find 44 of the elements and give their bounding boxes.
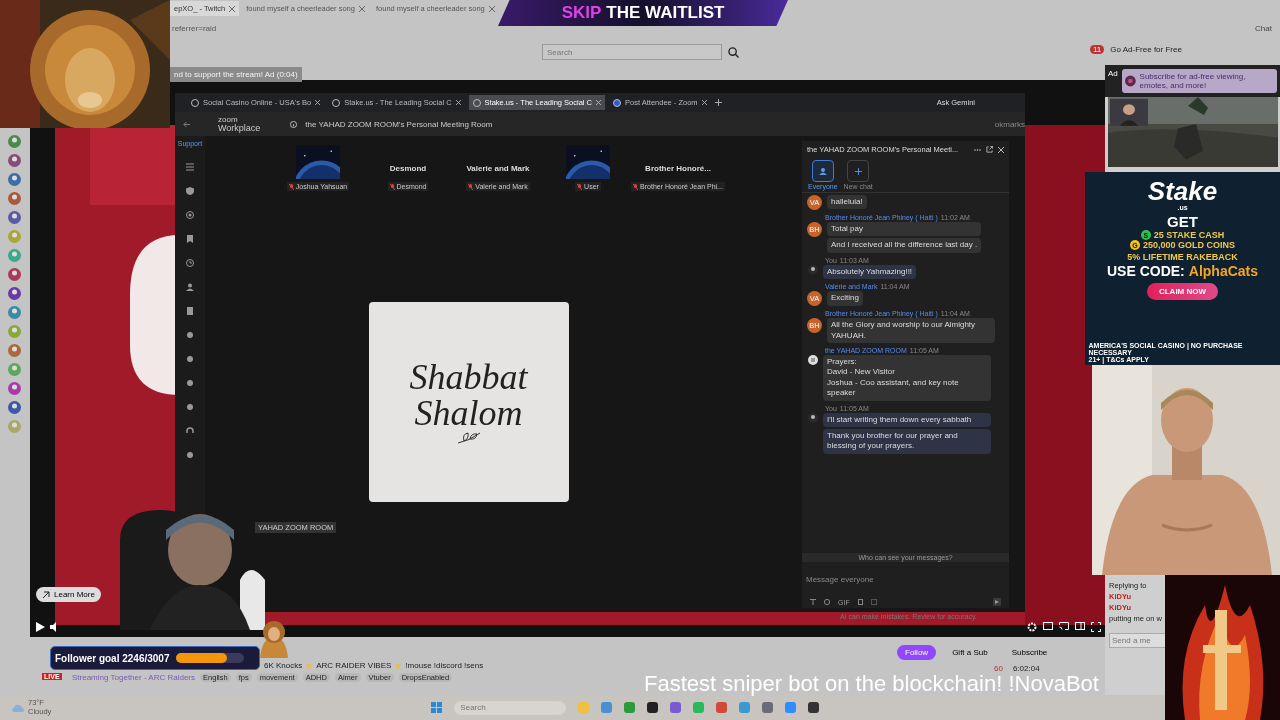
uptime: 6:02:04 [1012,664,1040,673]
stream-overlay-text: Fastest sniper bot on the blockchain! !NovaBot [644,671,1099,697]
offer-text: 25 STAKE CASH [1153,230,1225,240]
ad-notice: nd to support the stream! Ad (0:04) [170,67,302,82]
viewer-count: 60 [994,664,1003,673]
channel-avatar-icon[interactable] [8,382,21,395]
app-icon[interactable] [808,702,820,713]
emote-icon [1124,74,1136,88]
offer-text: 250,000 GOLD COINS [1142,240,1235,250]
channel-avatar-icon[interactable] [8,401,21,414]
channel-avatar-icon[interactable] [8,211,21,224]
ad-label: Ad [1108,69,1118,80]
channel-avatar-icon[interactable] [8,287,21,300]
channel-avatar-icon[interactable] [8,154,21,167]
offer-heading: GET [1167,213,1198,230]
chat-link[interactable]: Chat [1255,24,1272,33]
search-icon[interactable] [728,46,739,58]
address-bar[interactable]: referrer=raid [172,24,217,33]
cloud-icon [12,703,24,712]
channel-avatar-icon[interactable] [8,306,21,319]
ad-free-link[interactable]: Go Ad-Free for Free [1110,45,1182,54]
stream-title: !mouse !discord !sens [405,661,484,670]
follower-goal-text: Follower goal 2246/3007 [55,652,170,664]
search-field[interactable]: Search [542,44,722,60]
promo-code: AlphaCats [1188,263,1258,279]
close-icon[interactable] [229,5,236,12]
channel-avatar-icon[interactable] [8,135,21,148]
windows-start-icon[interactable] [431,702,443,713]
channel-avatar-icon[interactable] [8,173,21,186]
stake-logo: Stake [1147,178,1218,204]
subscribe-promo[interactable]: Subscribe for ad-free viewing, emotes, and more! [1121,69,1277,93]
notification-badge[interactable]: 11 [1090,45,1105,54]
channel-avatar-icon[interactable] [8,192,21,205]
taskbar-search-field[interactable]: Search [454,700,567,715]
stream-title: 6K Knocks [264,661,303,670]
channel-avatar-icon[interactable] [8,268,21,281]
code-label: USE CODE: [1107,263,1185,279]
channel-avatar-icon[interactable] [8,344,21,357]
promo-banner[interactable]: SKIP THE WAITLIST [498,0,788,26]
stream-title: ARC RAIDER VIBES [316,661,392,670]
follow-button[interactable]: Follow [897,645,937,660]
app-icon[interactable] [647,702,659,713]
claim-now-button[interactable]: CLAIM NOW [1146,283,1219,300]
rakeback-text: 5% LIFETIME RAKEBACK [1127,252,1238,262]
